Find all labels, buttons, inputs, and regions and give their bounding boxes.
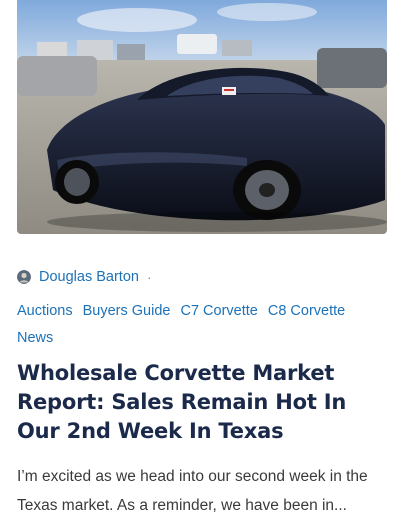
category-link-c8-corvette[interactable]: C8 Corvette	[268, 298, 345, 325]
post-meta: Douglas Barton ·	[17, 266, 152, 288]
meta-separator: ·	[146, 269, 152, 285]
category-list: Auctions Buyers Guide C7 Corvette C8 Cor…	[17, 298, 387, 352]
author-avatar[interactable]	[17, 270, 31, 284]
category-link-news[interactable]: News	[17, 325, 53, 352]
corvette-photo	[17, 0, 387, 234]
post-title[interactable]: Wholesale Corvette Market Report: Sales …	[17, 359, 387, 446]
author-link[interactable]: Douglas Barton	[39, 269, 139, 285]
post-excerpt: I’m excited as we head into our second w…	[17, 468, 368, 514]
category-link-c7-corvette[interactable]: C7 Corvette	[180, 298, 257, 325]
category-link-auctions[interactable]: Auctions	[17, 298, 73, 325]
avatar-icon	[17, 270, 31, 284]
category-link-buyers-guide[interactable]: Buyers Guide	[83, 298, 171, 325]
post-card: Douglas Barton · Auctions Buyers Guide C…	[0, 0, 402, 525]
featured-image[interactable]	[17, 0, 387, 234]
